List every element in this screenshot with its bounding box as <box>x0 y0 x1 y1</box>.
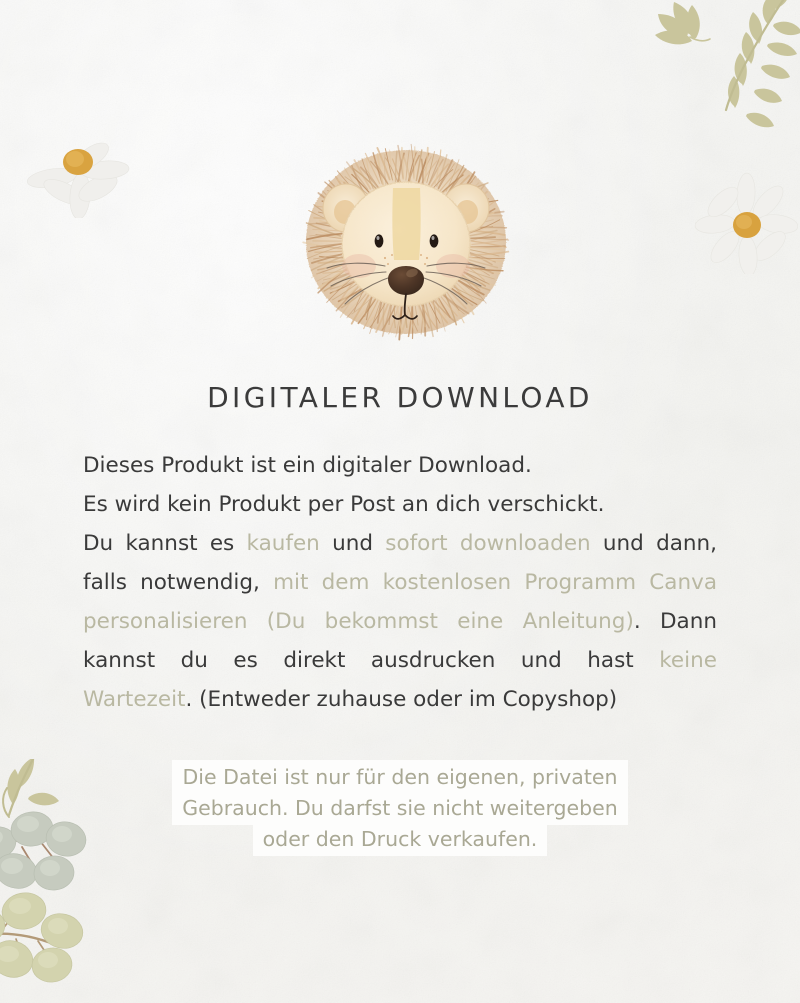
description-line: Es wird kein Produkt per Post an dich ve… <box>83 485 717 524</box>
daisy-right-icon <box>694 172 798 274</box>
description-highlight-text: kaufen <box>246 531 320 556</box>
description-line: falls notwendig, mit dem kostenlosen Pro… <box>83 563 717 602</box>
license-note-text: oder den Druck verkaufen. <box>256 826 544 852</box>
leaf-sprig-top-right-icon <box>655 0 800 128</box>
description-text: kannst du es direkt ausdrucken und hast <box>83 648 660 673</box>
description-text: . Dann <box>633 609 717 634</box>
daisy-left-icon <box>26 142 130 218</box>
license-note-line: Gebrauch. Du darfst sie nicht weitergebe… <box>0 793 800 824</box>
description-line: Du kannst es kaufen und sofort downloade… <box>83 524 717 563</box>
description-line: kannst du es direkt ausdrucken und hast … <box>83 641 717 680</box>
license-note-line: Die Datei ist nur für den eigenen, priva… <box>0 762 800 793</box>
description-text: Dieses Produkt ist ein digitaler Downloa… <box>83 453 532 478</box>
page-title: DIGITALER DOWNLOAD <box>207 381 593 414</box>
description-highlight-text: keine <box>659 648 717 673</box>
description-highlight-text: mit dem kostenlosen Programm Canva <box>273 570 717 595</box>
license-note-line: oder den Druck verkaufen. <box>0 824 800 855</box>
description-highlight-text: personalisieren (Du bekommst eine Anleit… <box>83 609 634 634</box>
description-line: personalisieren (Du bekommst eine Anleit… <box>83 602 717 641</box>
description-text: Es wird kein Produkt per Post an dich ve… <box>83 492 605 517</box>
product-description: Dieses Produkt ist ein digitaler Downloa… <box>83 446 717 719</box>
description-text: und dann, <box>590 531 717 556</box>
description-text: und <box>319 531 386 556</box>
license-note-text: Die Datei ist nur für den eigenen, priva… <box>176 764 624 790</box>
description-text: . (Entweder zuhause oder im Copyshop) <box>185 687 618 712</box>
lion-head-illustration <box>302 143 510 341</box>
description-line: Dieses Produkt ist ein digitaler Downloa… <box>83 446 717 485</box>
license-note-text: Gebrauch. Du darfst sie nicht weitergebe… <box>176 795 624 821</box>
description-highlight-text: sofort downloaden <box>385 531 591 556</box>
license-note: Die Datei ist nur für den eigenen, priva… <box>0 762 800 855</box>
product-info-card: DIGITALER DOWNLOAD Dieses Produkt ist ei… <box>0 0 800 1003</box>
description-highlight-text: Wartezeit <box>83 687 186 712</box>
description-line: Wartezeit. (Entweder zuhause oder im Cop… <box>83 680 717 719</box>
description-text: Du kannst es <box>83 531 247 556</box>
description-text: falls notwendig, <box>83 570 274 595</box>
